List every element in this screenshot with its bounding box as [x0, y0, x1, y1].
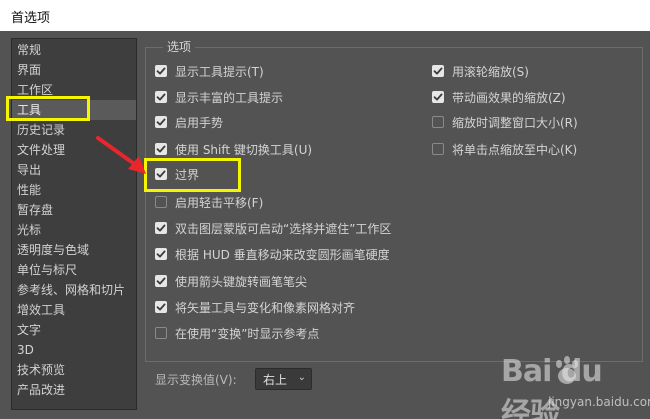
checkbox[interactable]	[432, 116, 444, 128]
option-label: 过界	[175, 167, 200, 182]
baidu-watermark: Bai du 经验 jingyan.baidu.com	[487, 352, 650, 419]
transform-value-selected: 右上	[263, 373, 288, 387]
option-label: 将矢量工具与变化和像素网格对齐	[175, 300, 356, 315]
sidebar-item[interactable]: 技术预览	[12, 360, 136, 380]
checkbox[interactable]	[155, 327, 167, 339]
option-right-3[interactable]: 将单击点缩放至中心(K)	[432, 141, 577, 157]
annotation-arrow-icon	[96, 136, 146, 174]
sidebar-item[interactable]: 增效工具	[12, 300, 136, 320]
checkbox[interactable]	[155, 301, 167, 313]
options-group-title: 选项	[163, 38, 196, 55]
chevron-down-icon: ⌄	[297, 372, 306, 383]
sidebar-item[interactable]: 界面	[12, 60, 136, 80]
option-label: 在使用“变换”时显示参考点	[175, 326, 320, 341]
checkbox[interactable]	[155, 116, 167, 128]
transform-value-label: 显示变换值(V):	[155, 373, 237, 387]
option-left-6[interactable]: 双击图层蒙版可启动“选择并遮住”工作区	[155, 220, 391, 236]
option-label: 根据 HUD 垂直移动来改变圆形画笔硬度	[175, 247, 390, 262]
option-label: 带动画效果的缩放(Z)	[452, 90, 566, 105]
watermark-url: jingyan.baidu.com	[548, 395, 650, 409]
checkbox[interactable]	[432, 143, 444, 155]
sidebar-item[interactable]: 单位与标尺	[12, 260, 136, 280]
sidebar-item[interactable]: 参考线、网格和切片	[12, 280, 136, 300]
checkbox[interactable]	[432, 65, 444, 77]
checkbox[interactable]	[432, 91, 444, 103]
window-title: 首选项	[0, 0, 650, 31]
option-left-1[interactable]: 显示丰富的工具提示	[155, 89, 283, 105]
option-left-8[interactable]: 使用箭头键旋转画笔笔尖	[155, 273, 307, 289]
watermark-text: Bai du 经验	[501, 354, 603, 419]
checkbox[interactable]	[155, 168, 167, 180]
sidebar-item[interactable]: 光标	[12, 220, 136, 240]
checkbox[interactable]	[155, 222, 167, 234]
preferences-sidebar: 常规 界面 工作区 工具 历史记录 文件处理 导出 性能 暂存盘 光标 透明度与色域 单位与标尺 参考线…	[11, 38, 137, 410]
option-label: 使用 Shift 键切换工具(U)	[175, 142, 313, 157]
sidebar-item[interactable]: 常规	[12, 40, 136, 60]
option-left-10[interactable]: 在使用“变换”时显示参考点	[155, 325, 319, 341]
option-right-0[interactable]: 用滚轮缩放(S)	[432, 63, 529, 79]
sidebar-item[interactable]: 产品改进	[12, 380, 136, 400]
option-left-3[interactable]: 使用 Shift 键切换工具(U)	[155, 141, 312, 157]
sidebar-item[interactable]: 文字	[12, 320, 136, 340]
option-label: 缩放时调整窗口大小(R)	[452, 115, 578, 130]
option-label: 双击图层蒙版可启动“选择并遮住”工作区	[175, 221, 392, 236]
option-label: 显示工具提示(T)	[175, 64, 264, 79]
option-label: 启用轻击平移(F)	[175, 195, 264, 210]
sidebar-item[interactable]: 3D	[12, 340, 136, 360]
option-right-1[interactable]: 带动画效果的缩放(Z)	[432, 89, 566, 105]
checkbox[interactable]	[155, 275, 167, 287]
sidebar-item[interactable]: 工具	[12, 100, 136, 120]
option-left-0[interactable]: 显示工具提示(T)	[155, 63, 264, 79]
sidebar-item[interactable]: 性能	[12, 180, 136, 200]
option-label: 使用箭头键旋转画笔笔尖	[175, 274, 308, 289]
option-left-9[interactable]: 将矢量工具与变化和像素网格对齐	[155, 299, 355, 315]
option-label: 显示丰富的工具提示	[175, 90, 284, 105]
checkbox[interactable]	[155, 196, 167, 208]
sidebar-item[interactable]: 暂存盘	[12, 200, 136, 220]
option-label: 启用手势	[175, 115, 224, 130]
sidebar-item[interactable]: 透明度与色域	[12, 240, 136, 260]
checkbox[interactable]	[155, 65, 167, 77]
checkbox[interactable]	[155, 248, 167, 260]
checkbox[interactable]	[155, 91, 167, 103]
transform-value-select[interactable]: 右上 ⌄	[255, 368, 312, 390]
option-right-2[interactable]: 缩放时调整窗口大小(R)	[432, 114, 578, 130]
option-left-2[interactable]: 启用手势	[155, 114, 223, 130]
option-left-5[interactable]: 启用轻击平移(F)	[155, 194, 263, 210]
option-left-7[interactable]: 根据 HUD 垂直移动来改变圆形画笔硬度	[155, 246, 390, 262]
checkbox[interactable]	[155, 143, 167, 155]
option-label: 将单击点缩放至中心(K)	[452, 142, 578, 157]
option-left-4[interactable]: 过界	[155, 166, 199, 182]
sidebar-item[interactable]: 工作区	[12, 80, 136, 100]
option-label: 用滚轮缩放(S)	[452, 64, 529, 79]
